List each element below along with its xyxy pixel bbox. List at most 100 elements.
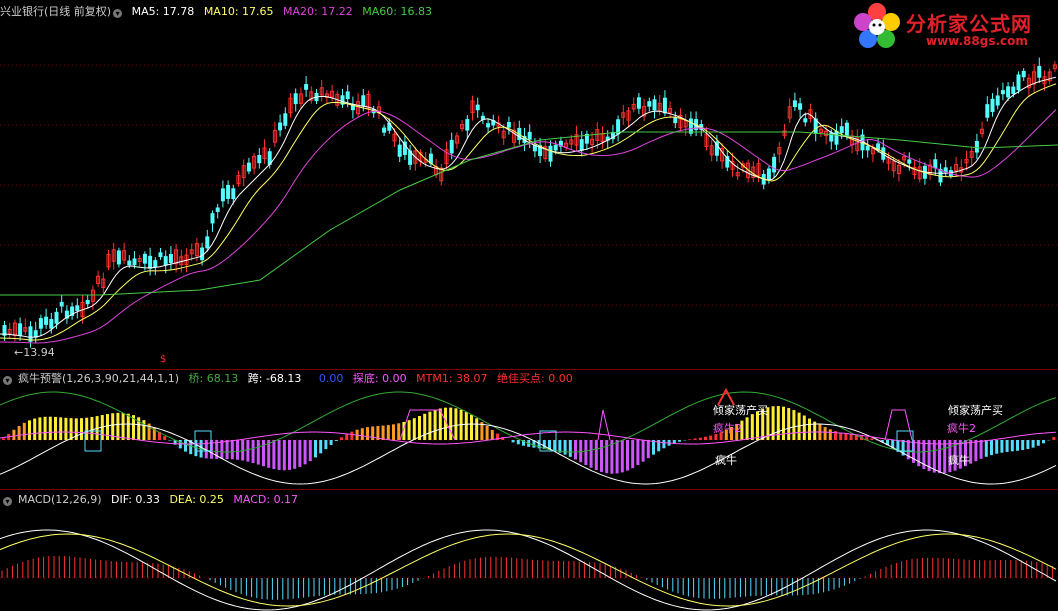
panel-divider xyxy=(0,489,1058,490)
candle xyxy=(54,311,59,324)
candle xyxy=(792,100,797,108)
indicator-bar xyxy=(22,422,26,440)
indicator-bar xyxy=(943,440,947,474)
candle xyxy=(200,247,205,261)
ma5-label: MA5: 17.78 xyxy=(131,5,195,18)
candle xyxy=(85,299,90,305)
indicator-bar xyxy=(839,432,843,440)
indicator-bar xyxy=(808,418,811,440)
indicator-bar xyxy=(288,440,291,470)
indicator-bar xyxy=(282,440,286,471)
indicator-bar xyxy=(345,434,349,440)
indicator-bar xyxy=(470,414,473,440)
candle xyxy=(662,97,667,114)
indicator-bar xyxy=(870,438,874,440)
dea-label: DEA: 0.25 xyxy=(169,493,224,506)
macd-header: ▾ MACD(12,26,9) DIF: 0.33 DEA: 0.25 MACD:… xyxy=(0,492,304,508)
indicator-value-2: 跨: -68.13 xyxy=(247,372,302,385)
candle xyxy=(465,119,470,131)
candle xyxy=(44,316,49,325)
indicator-bar xyxy=(121,412,125,440)
indicator-bar xyxy=(782,406,785,440)
macd-name[interactable]: MACD(12,26,9) xyxy=(18,493,102,506)
candle xyxy=(215,207,220,212)
indicator-bar xyxy=(251,440,255,464)
candle xyxy=(865,145,870,151)
price-header: 兴业银行(日线 前复权) ▾ MA5: 17.78 MA10: 17.65 MA2… xyxy=(0,4,438,20)
indicator-bar xyxy=(116,412,120,440)
candle xyxy=(688,118,693,134)
candle xyxy=(153,260,158,268)
ma60-label: MA60: 16.83 xyxy=(362,5,432,18)
dif-label: DIF: 0.33 xyxy=(111,493,160,506)
indicator-bar xyxy=(314,440,317,458)
indicator-bar xyxy=(1052,436,1056,440)
indicator-value-5: MTM1: 38.07 xyxy=(416,372,488,385)
indicator-bar xyxy=(69,418,73,440)
ma20-line xyxy=(0,109,1057,344)
indicator-bar xyxy=(28,420,31,440)
indicator-bar xyxy=(979,440,983,459)
indicator-value-1: 桥: 68.13 xyxy=(188,372,239,385)
indicator-name[interactable]: 疯牛预警(1,26,3,90,21,44,1,1) xyxy=(18,372,179,385)
indicator-bar xyxy=(974,440,978,462)
candle xyxy=(283,113,288,126)
candle xyxy=(985,104,990,118)
indicator-bar xyxy=(485,426,489,440)
candle xyxy=(548,145,553,162)
indicator-bar xyxy=(568,440,572,457)
logo-title: 分析家公式网 xyxy=(906,12,1032,36)
indicator-bar xyxy=(1005,440,1009,452)
indicator-bar xyxy=(615,440,619,474)
chevron-down-icon[interactable]: ▾ xyxy=(113,9,123,18)
ma10-line xyxy=(0,83,1057,341)
indicator-bar xyxy=(636,440,640,466)
indicator-bar xyxy=(293,440,297,469)
indicator-bar xyxy=(594,440,598,471)
candle xyxy=(486,123,491,128)
ma5-line xyxy=(0,76,1057,338)
indicator-bar xyxy=(823,427,827,440)
indicator-bar xyxy=(589,440,593,468)
indicator-bar xyxy=(849,434,853,440)
indicator-bar xyxy=(54,416,57,440)
indicator-bar xyxy=(38,417,42,440)
candle xyxy=(579,139,584,151)
candle xyxy=(834,130,839,145)
indicator-bar xyxy=(163,436,167,440)
indicator-bar xyxy=(449,407,453,440)
chevron-down-icon[interactable]: ▾ xyxy=(3,376,12,385)
chevron-down-icon[interactable]: ▾ xyxy=(3,497,12,506)
candle xyxy=(38,318,43,329)
indicator-bar xyxy=(319,440,323,454)
indicator-bar xyxy=(366,427,369,440)
candle xyxy=(304,84,309,90)
indicator-bar xyxy=(142,420,146,440)
candle xyxy=(974,141,979,153)
candle xyxy=(1000,90,1005,95)
candle xyxy=(231,188,236,200)
flower-logo-icon xyxy=(854,3,900,48)
indicator-bar xyxy=(256,440,260,465)
indicator-bar xyxy=(704,436,707,440)
indicator-bar xyxy=(48,416,52,440)
stock-title[interactable]: 兴业银行(日线 前复权) xyxy=(0,5,111,18)
indicator-bar xyxy=(43,416,47,440)
indicator-bar xyxy=(464,412,468,440)
candle xyxy=(226,184,231,199)
indicator-bar xyxy=(563,440,567,455)
candle xyxy=(506,122,511,128)
signal-label: 疯牛2 xyxy=(947,422,976,435)
stock-chart[interactable] xyxy=(0,0,1058,611)
signal-label: 疯牛 xyxy=(715,454,737,467)
indicator-bar xyxy=(308,440,312,462)
indicator-bar xyxy=(688,439,692,440)
indicator-bar xyxy=(1016,440,1019,451)
indicator-bar xyxy=(397,423,401,440)
indicator-bar xyxy=(340,437,343,440)
indicator-bar xyxy=(693,438,697,440)
candle xyxy=(75,305,80,311)
indicator-bar xyxy=(995,440,999,454)
candle xyxy=(1021,70,1026,78)
indicator-bar xyxy=(386,425,390,440)
